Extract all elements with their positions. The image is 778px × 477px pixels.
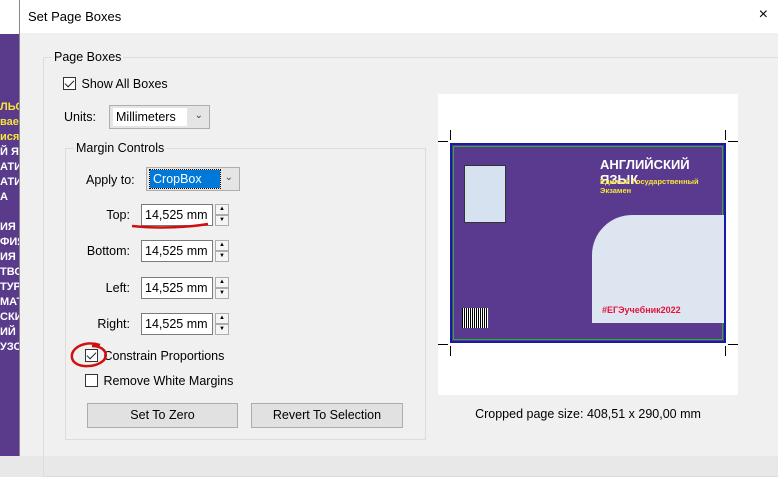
remove-white-margins-checkbox[interactable]: Remove White Margins (85, 373, 233, 388)
spin-up-icon[interactable]: ▲ (215, 313, 229, 324)
constrain-proportions-label: Constrain Proportions (103, 348, 225, 363)
checkbox-icon[interactable] (85, 349, 98, 363)
background-text: ИЙ (0, 326, 16, 338)
page-preview: АНГЛИЙСКИЙ ЯЗЫК Единый Государственный Э… (438, 94, 738, 395)
background-text: ТУР (0, 281, 20, 293)
apply-to-label: Apply to: (86, 173, 135, 187)
cover-mini-image (464, 165, 506, 223)
show-all-boxes-checkbox[interactable]: Show All Boxes (63, 76, 168, 91)
background-text: АТИ (0, 161, 20, 173)
left-label: Left: (105, 281, 130, 295)
show-all-boxes-label: Show All Boxes (81, 76, 168, 91)
background-text: ФИЯ (0, 236, 20, 248)
left-input[interactable]: 14,525 mm (141, 277, 213, 299)
book-cover-thumbnail: АНГЛИЙСКИЙ ЯЗЫК Единый Государственный Э… (450, 143, 726, 343)
units-select[interactable]: Millimeters ⌄ (109, 105, 210, 129)
background-text: ИЯ (0, 221, 16, 233)
background-text: вает (0, 116, 20, 128)
background-text: АТИ (0, 176, 20, 188)
right-spinner[interactable]: ▲ ▼ (215, 313, 229, 335)
top-spinner[interactable]: ▲ ▼ (215, 204, 229, 226)
right-label: Right: (97, 317, 130, 331)
background-text (0, 205, 20, 220)
chevron-down-icon: ⌄ (224, 172, 233, 183)
background-document: ЛЬС вает ися Й Я АТИ АТИ А ИЯ ФИЯ ИЯ ТВО ТУР МАТ СКИ… (0, 0, 20, 456)
remove-white-margins-label: Remove White Margins (103, 373, 234, 388)
apply-to-value: CropBox (149, 169, 221, 189)
right-input[interactable]: 14,525 mm (141, 313, 213, 335)
spin-down-icon[interactable]: ▼ (215, 324, 229, 335)
spin-up-icon[interactable]: ▲ (215, 240, 229, 251)
constrain-proportions-checkbox[interactable]: Constrain Proportions (85, 348, 224, 363)
background-text: ТВО (0, 266, 20, 278)
background-text: УЗС (0, 341, 20, 353)
spin-down-icon[interactable]: ▼ (215, 215, 229, 226)
left-spinner[interactable]: ▲ ▼ (215, 277, 229, 299)
bottom-label: Bottom: (86, 244, 130, 258)
page-boxes-legend: Page Boxes (52, 50, 124, 64)
checkbox-icon[interactable] (63, 77, 76, 91)
revert-to-selection-button[interactable]: Revert To Selection (251, 403, 403, 428)
background-text: СКИ (0, 311, 20, 323)
units-value: Millimeters (113, 108, 187, 126)
units-label: Units: (64, 110, 96, 124)
dialog-title: Set Page Boxes (20, 0, 778, 33)
spin-down-icon[interactable]: ▼ (215, 288, 229, 299)
bottom-input[interactable]: 14,525 mm (141, 240, 213, 262)
background-text: ИЯ (0, 251, 16, 263)
top-input[interactable]: 14,525 mm (141, 204, 213, 226)
close-icon[interactable]: × (759, 6, 768, 24)
cover-subtitle: Единый Государственный Экзамен (600, 177, 699, 195)
spin-down-icon[interactable]: ▼ (215, 251, 229, 262)
cover-hashtag: #ЕГЭучебник2022 (602, 305, 681, 315)
barcode-icon (462, 308, 488, 328)
background-text: МАТ (0, 296, 20, 308)
set-to-zero-button[interactable]: Set To Zero (87, 403, 238, 428)
background-text: Й Я (0, 146, 19, 158)
spin-up-icon[interactable]: ▲ (215, 277, 229, 288)
set-page-boxes-dialog: Set Page Boxes × Page Boxes Show All Box… (19, 0, 778, 477)
chevron-down-icon: ⌄ (194, 110, 203, 121)
checkbox-icon[interactable] (85, 374, 98, 388)
spin-up-icon[interactable]: ▲ (215, 204, 229, 215)
background-text: ися (0, 131, 20, 143)
cropped-page-size: Cropped page size: 408,51 x 290,00 mm (475, 407, 701, 421)
bottom-spinner[interactable]: ▲ ▼ (215, 240, 229, 262)
background-text: ЛЬС (0, 101, 20, 113)
margin-controls-legend: Margin Controls (74, 141, 167, 155)
background-text: А (0, 191, 8, 203)
apply-to-select[interactable]: CropBox ⌄ (146, 167, 240, 191)
top-label: Top: (106, 208, 130, 222)
